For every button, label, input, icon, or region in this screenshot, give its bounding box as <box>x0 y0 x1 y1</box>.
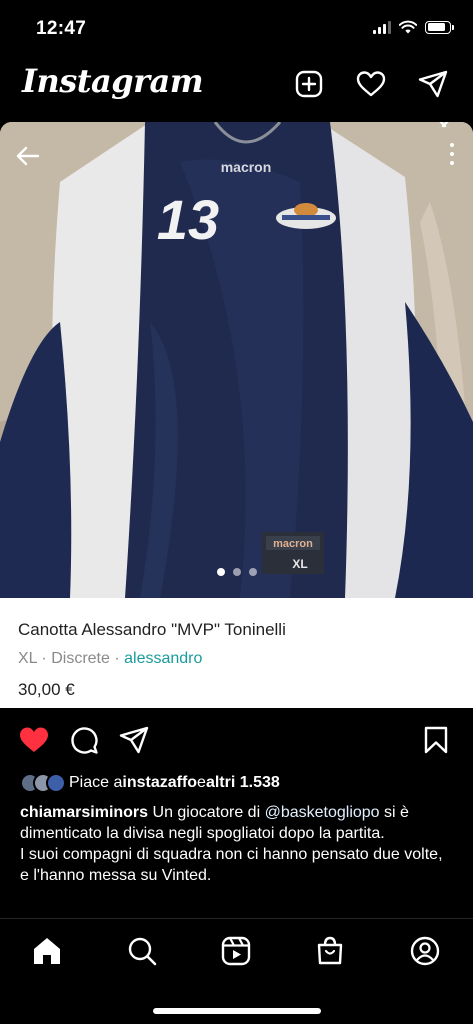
jersey-photo: macron 13 macron XL <box>0 122 473 598</box>
nav-profile[interactable] <box>409 935 441 967</box>
avatar <box>46 773 66 793</box>
meta-separator: · <box>36 650 52 667</box>
carousel-dot <box>248 568 257 576</box>
listing-info: Canotta Alessandro "MVP" Toninelli XL · … <box>0 598 473 708</box>
carousel-dot <box>216 568 225 576</box>
share-icon <box>119 726 149 754</box>
post-caption: chiamarsiminors Un giocatore di @basketo… <box>20 802 452 886</box>
nav-search[interactable] <box>126 935 158 967</box>
post-card[interactable]: macron 13 macron XL Canotta Alessandro "… <box>0 122 473 708</box>
home-indicator <box>153 1008 321 1014</box>
wifi-icon <box>399 20 417 34</box>
bookmark-icon <box>424 726 448 754</box>
listing-condition: Discrete <box>51 650 110 667</box>
like-button[interactable] <box>18 724 50 756</box>
back-arrow-icon[interactable] <box>14 142 42 170</box>
nav-home[interactable] <box>31 935 63 967</box>
listing-title: Canotta Alessandro "MVP" Toninelli <box>18 620 286 639</box>
listing-price: 30,00 € <box>18 680 75 699</box>
likes-row[interactable]: Piace a instazaffo e altri 1.538 <box>20 770 280 796</box>
tag-brand-text: macron <box>273 538 313 550</box>
more-options-icon[interactable] <box>445 140 459 168</box>
shop-icon <box>317 936 343 965</box>
likes-user[interactable]: instazaffo <box>122 774 197 792</box>
caption-text: I suoi compagni di squadra non ci hanno … <box>20 846 443 884</box>
header-actions <box>293 68 449 100</box>
search-icon <box>128 937 157 966</box>
likes-prefix: Piace a <box>69 774 123 791</box>
status-icons <box>373 20 454 34</box>
meta-separator: · <box>109 650 125 667</box>
save-button[interactable] <box>420 724 452 756</box>
comment-button[interactable] <box>68 724 100 756</box>
profile-icon <box>410 936 440 966</box>
instagram-logo[interactable]: Instagram <box>22 62 204 100</box>
post-actions <box>0 722 473 758</box>
status-time: 12:47 <box>36 18 87 39</box>
caption-mention[interactable]: @basketogliopo <box>265 804 380 821</box>
liked-heart-icon <box>20 727 48 752</box>
comment-icon <box>71 727 98 754</box>
bottom-nav <box>0 918 473 1024</box>
caption-text: Un giocatore di <box>148 804 265 821</box>
jersey-number: 13 <box>157 188 219 251</box>
caption-username[interactable]: chiamarsiminors <box>20 804 148 821</box>
listing-photo[interactable]: macron 13 macron XL <box>0 122 473 598</box>
reels-icon <box>221 936 251 966</box>
heart-icon[interactable] <box>355 68 387 100</box>
likes-count[interactable]: altri 1.538 <box>206 774 280 792</box>
new-post-icon[interactable] <box>293 68 325 100</box>
battery-icon <box>425 20 454 34</box>
listing-meta: XL · Discrete · alessandro <box>18 650 455 668</box>
close-icon[interactable] <box>433 122 455 130</box>
share-button[interactable] <box>118 724 150 756</box>
likes-middle: e <box>197 774 206 791</box>
nav-shop[interactable] <box>314 935 346 967</box>
carousel-dots <box>0 568 473 576</box>
listing-seller[interactable]: alessandro <box>124 650 202 667</box>
listing-size: XL <box>18 650 37 667</box>
direct-message-icon[interactable] <box>417 68 449 100</box>
jersey-brand-text: macron <box>221 159 272 175</box>
home-icon <box>34 938 60 964</box>
nav-reels[interactable] <box>220 935 252 967</box>
liker-avatars <box>20 773 66 793</box>
status-bar: 12:47 <box>0 0 473 52</box>
signal-icon <box>373 20 391 34</box>
carousel-dot <box>232 568 241 576</box>
app-header: Instagram <box>0 60 473 108</box>
